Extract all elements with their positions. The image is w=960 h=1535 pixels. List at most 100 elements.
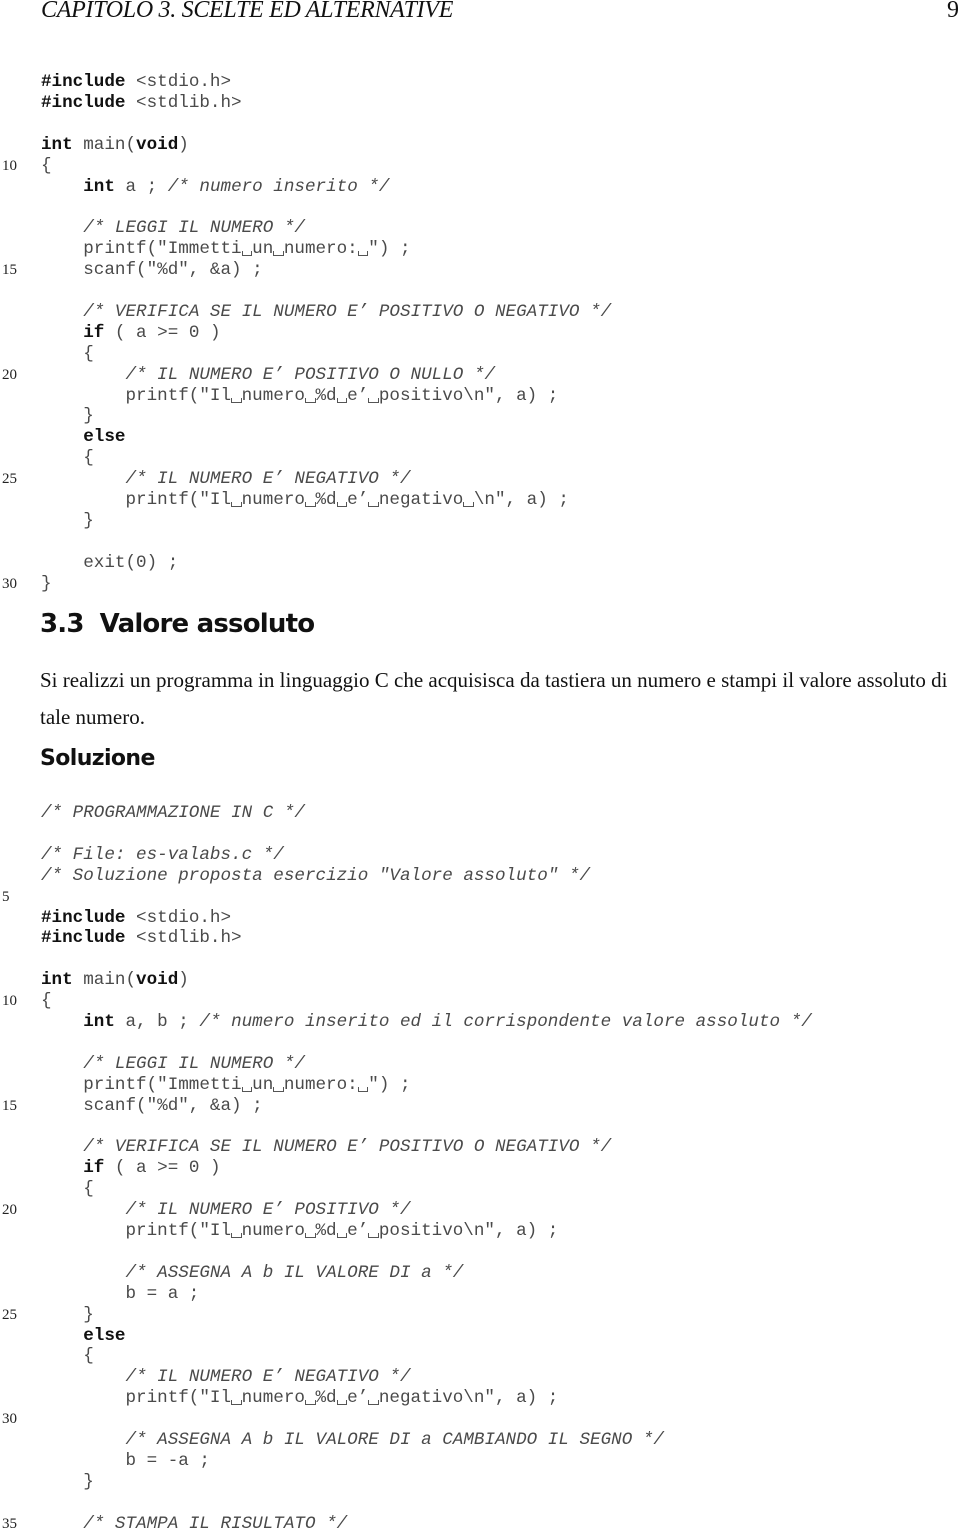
code-text: /* STAMPA IL RISULTATO */ [41, 1514, 347, 1535]
code-comment: /* IL NUMERO E’ NEGATIVO */ [125, 469, 411, 490]
code-line: { [0, 344, 960, 365]
exercise-text: Si realizzi un programma in linguaggio C… [40, 668, 948, 729]
code-line: 30} [0, 574, 960, 595]
code-line: printf("Il numero %d e’ positivo\n", a) ; [0, 386, 960, 407]
code-text: printf("Immetti un numero: ") ; [41, 1074, 411, 1096]
code-text: b = -a ; [41, 1450, 210, 1472]
code-keyword: void [136, 134, 179, 155]
code-text: else [41, 427, 125, 448]
code-text: { [41, 1346, 94, 1367]
code-text: printf("Immetti un numero: ") ; [41, 239, 410, 260]
line-number: 10 [2, 157, 17, 174]
code-token: ( a >= 0 ) [104, 322, 221, 343]
code-line: if ( a >= 0 ) [0, 1158, 960, 1179]
visible-space-icon [241, 1086, 253, 1092]
code-token: { [41, 991, 52, 1012]
code-line: exit(0) ; [0, 553, 960, 574]
code-token: ) [178, 134, 189, 155]
line-number: 15 [2, 1097, 17, 1114]
code-text: else [41, 1326, 125, 1347]
visible-space-icon [368, 1233, 379, 1238]
code-text: /* VERIFICA SE IL NUMERO E’ POSITIVO O N… [41, 302, 611, 323]
code-comment: /* VERIFICA SE IL NUMERO E’ POSITIVO O N… [83, 1137, 612, 1158]
code-line: { [0, 448, 960, 469]
line-number: 20 [2, 366, 17, 383]
visible-space-icon [231, 502, 242, 507]
code-token: } [41, 1304, 94, 1325]
visible-space-icon [304, 1233, 316, 1238]
visible-space-icon [241, 251, 253, 257]
code-text: { [41, 1179, 94, 1200]
code-line: /* LEGGI IL NUMERO */ [0, 218, 960, 239]
visible-space-icon [273, 251, 284, 257]
code-keyword: if [83, 322, 105, 343]
visible-space-icon [304, 502, 316, 507]
code-token: scanf("%d", &a) ; [41, 260, 263, 281]
code-keyword: #include [41, 907, 126, 928]
code-text: printf("Il numero %d e’ positivo\n", a) ; [41, 386, 558, 407]
visible-space-icon [336, 397, 348, 403]
code-text: #include <stdlib.h> [41, 928, 242, 949]
code-keyword: int [83, 176, 115, 197]
visible-space-icon [368, 397, 379, 403]
code-token: <stdio.h> [125, 907, 232, 928]
code-line: 15 scanf("%d", &a) ; [0, 1096, 960, 1117]
visible-space-icon [304, 397, 316, 403]
line-number: 30 [2, 575, 17, 592]
code-text: /* LEGGI IL NUMERO */ [41, 218, 305, 239]
code-line: int a ; /* numero inserito */ [0, 177, 960, 198]
code-line: /* ASSEGNA A b IL VALORE DI a */ [0, 1263, 960, 1284]
line-number: 25 [2, 1306, 17, 1323]
code-text: int a, b ; /* numero inserito ed il corr… [41, 1012, 812, 1033]
code-token: b = -a ; [41, 1450, 210, 1471]
code-line: printf("Ilnumero%de’negativo\n", a) ; [0, 1388, 960, 1409]
code-text: if ( a >= 0 ) [41, 322, 221, 344]
code-token: { [41, 448, 94, 469]
code-line: printf("Immetti un numero: ") ; [0, 1075, 960, 1096]
page-number: 9 [947, 0, 959, 23]
line-number: 30 [2, 1411, 17, 1428]
code-line: #include <stdlib.h> [0, 928, 960, 949]
visible-space-icon [304, 1400, 316, 1406]
code-text: if ( a >= 0 ) [41, 1158, 220, 1179]
code-token: { [41, 1179, 94, 1200]
code-line: /* VERIFICA SE IL NUMERO E’ POSITIVO O N… [0, 302, 960, 323]
code-keyword: #include [41, 928, 126, 949]
visible-space-icon [273, 1086, 284, 1092]
code-line: /* File: es-valabs.c */ [0, 845, 960, 866]
code-text: exit(0) ; [41, 553, 178, 574]
code-line: 10 { [0, 991, 960, 1012]
visible-space-icon [368, 1400, 379, 1406]
code-comment: /* IL NUMERO E’ POSITIVO */ [125, 1200, 411, 1221]
code-line: /* PROGRAMMAZIONE IN C */ [0, 803, 960, 824]
visible-space-icon [231, 1400, 242, 1406]
code-text: /* ASSEGNA A b IL VALORE DI a */ [41, 1263, 463, 1284]
code-line: 20 /* IL NUMERO E’ POSITIVO */ [0, 1200, 960, 1221]
code-line: } [0, 406, 960, 427]
code-token: printf("Ilnumero%de’negativo\n", a) ; [41, 1388, 559, 1409]
code-text: /* IL NUMERO E’ NEGATIVO */ [41, 1367, 410, 1388]
running-header: CAPITOLO 3. SCELTE ED ALTERNATIVE 9 [41, 0, 960, 26]
code-token: a ; [114, 176, 168, 197]
line-number: 35 [2, 1515, 17, 1532]
code-token: { [41, 343, 94, 364]
code-token: } [41, 406, 94, 427]
code-comment: /* STAMPA IL RISULTATO */ [83, 1513, 348, 1534]
code-token: printf("Immetti un numero: ") ; [41, 1074, 411, 1095]
code-keyword: else [83, 1325, 126, 1346]
code-line: 15 scanf("%d", &a) ; [0, 260, 960, 281]
code-text: int main(void) [41, 970, 189, 991]
code-comment: /* ASSEGNA A b IL VALORE DI a CAMBIANDO … [125, 1430, 664, 1450]
